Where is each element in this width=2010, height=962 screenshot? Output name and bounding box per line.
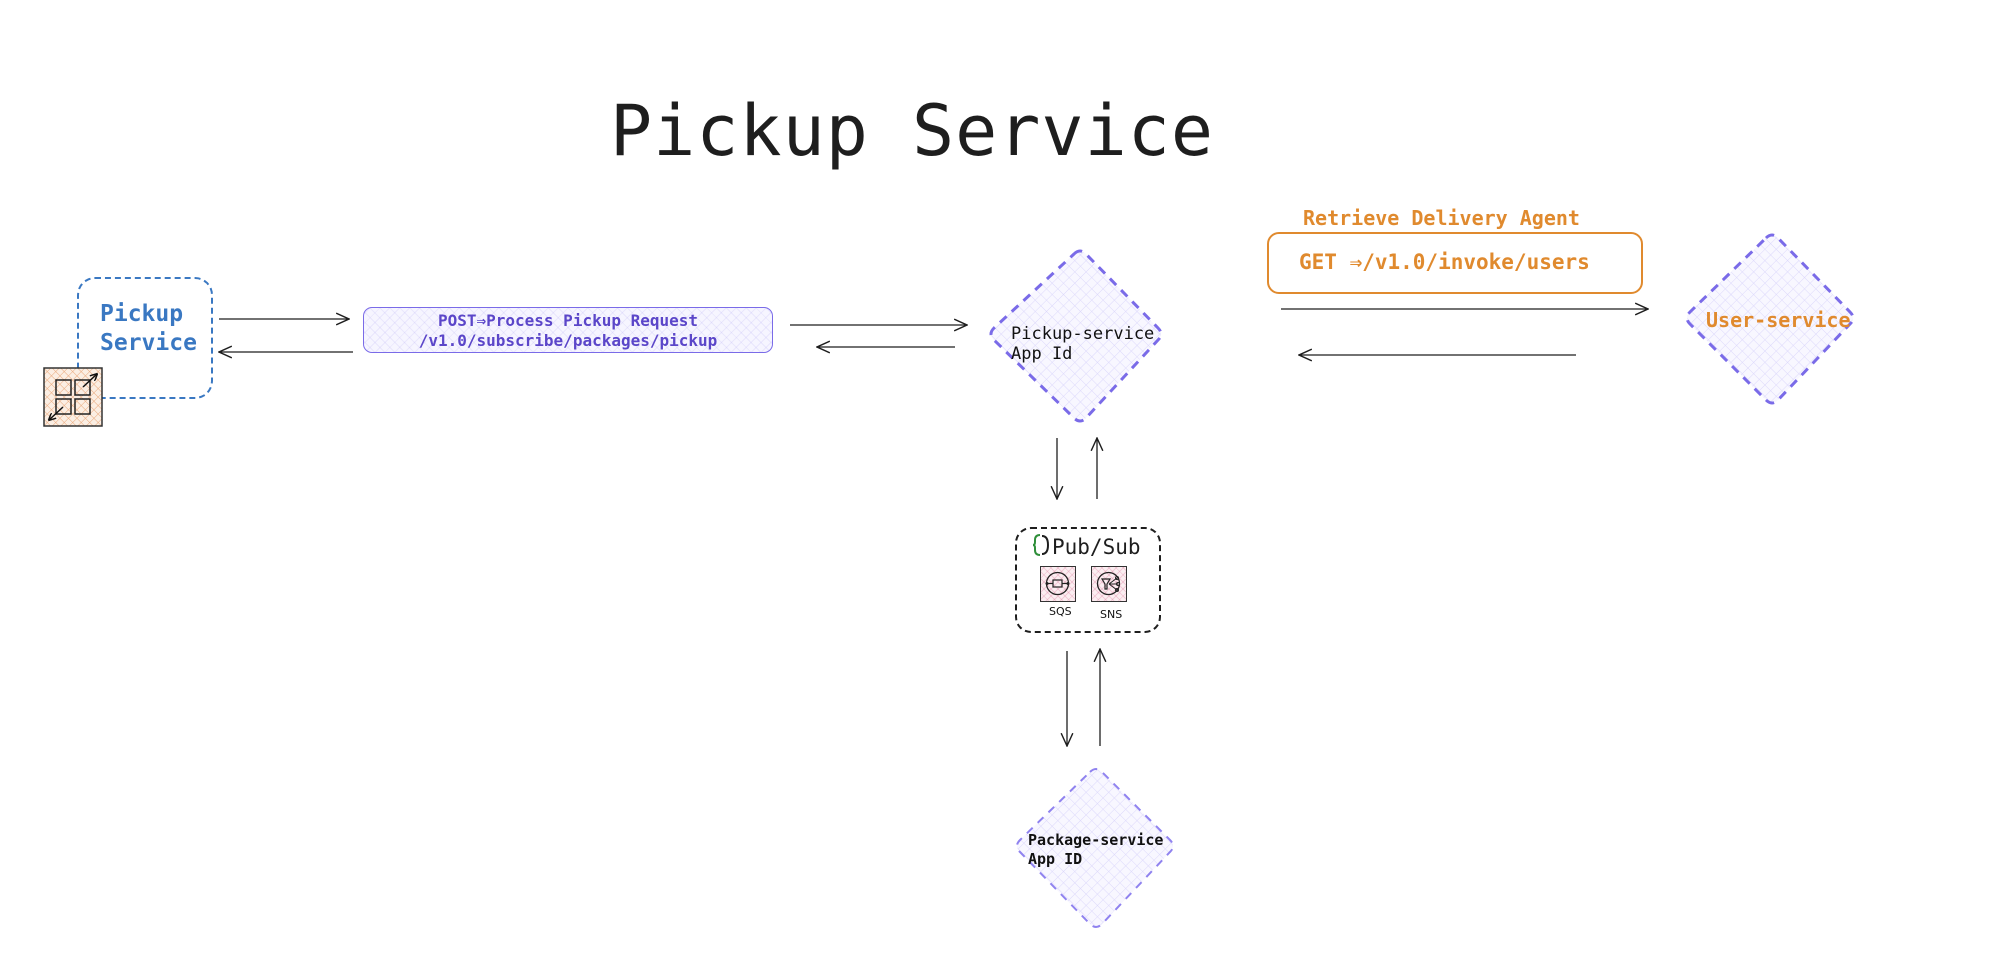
pickup-node-line1: Pickup-service xyxy=(1011,324,1155,344)
pickup-node-line2: App Id xyxy=(1011,344,1073,364)
user-service-node-label: User-service xyxy=(1706,308,1851,332)
sqs-queue-icon xyxy=(1040,566,1076,602)
sns-topic-icon xyxy=(1091,566,1127,602)
sns-label: SNS xyxy=(1100,608,1123,621)
dapr-brace-icon xyxy=(1032,533,1050,563)
pickup-service-node-label: Pickup-service App Id xyxy=(1011,324,1154,364)
package-node-line1: Package-service xyxy=(1028,831,1164,849)
pubsub-label: Pub/Sub xyxy=(1052,535,1141,559)
sqs-label: SQS xyxy=(1049,605,1072,618)
package-node-line2: App ID xyxy=(1028,850,1083,868)
package-service-node-label: Package-service App ID xyxy=(1028,831,1163,869)
diagram-canvas xyxy=(0,233,1855,928)
